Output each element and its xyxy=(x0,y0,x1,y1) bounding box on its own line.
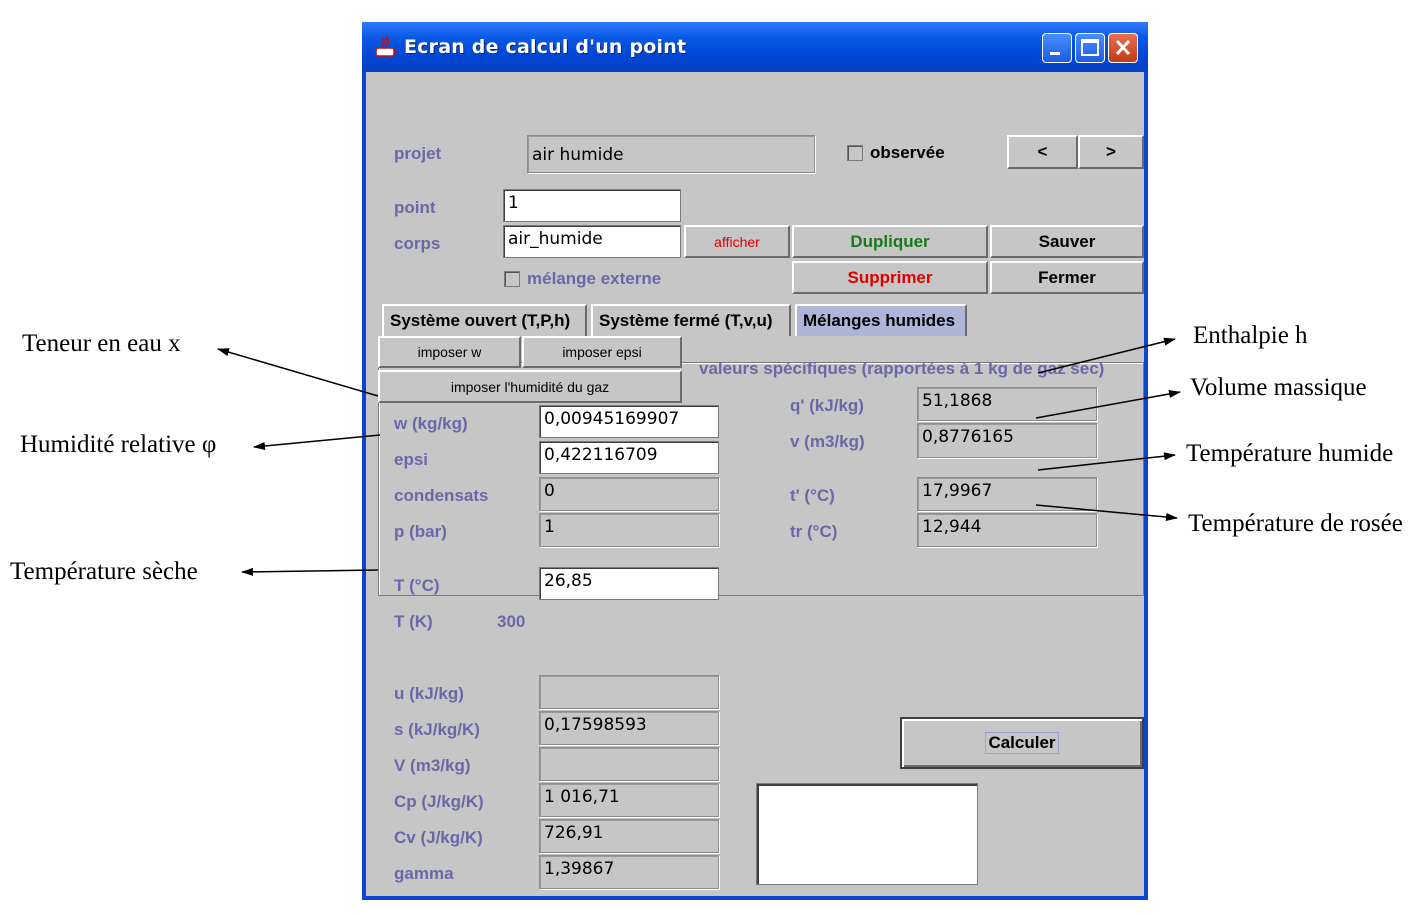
cv-label: Cv (J/kg/K) xyxy=(394,828,483,847)
gamma-field: 1,39867 xyxy=(539,855,719,889)
p-field: 1 xyxy=(539,513,719,547)
specific-values-title: valeurs spécifiques (rapportées à 1 kg d… xyxy=(699,359,1105,378)
t-humide-label: t' (°C) xyxy=(790,486,835,505)
point-input[interactable]: 1 xyxy=(503,189,681,222)
u-field xyxy=(539,675,719,709)
window-title: Ecran de calcul d'un point xyxy=(404,36,687,58)
calc-window: Ecran de calcul d'un point projet air hu… xyxy=(362,22,1148,900)
temperature-c-input[interactable]: 26,85 xyxy=(539,567,719,600)
next-button[interactable]: > xyxy=(1078,135,1144,169)
condensats-label: condensats xyxy=(394,486,489,505)
imposer-epsi-button[interactable]: imposer epsi xyxy=(522,336,682,368)
previous-button[interactable]: < xyxy=(1007,135,1078,169)
annotation-enthalpie: Enthalpie h xyxy=(1193,322,1308,349)
observee-checkbox[interactable] xyxy=(847,145,863,161)
v-field: 0,8776165 xyxy=(917,423,1097,458)
imposer-humidite-button[interactable]: imposer l'humidité du gaz xyxy=(378,370,682,403)
supprimer-button[interactable]: Supprimer xyxy=(792,261,988,294)
p-label: p (bar) xyxy=(394,522,447,541)
V-field xyxy=(539,747,719,781)
calculer-button[interactable]: Calculer xyxy=(900,717,1144,769)
melange-externe-label: mélange externe xyxy=(527,269,662,288)
annotation-volume: Volume massique xyxy=(1190,374,1367,401)
epsi-label: epsi xyxy=(394,450,429,469)
t-rosee-field: 12,944 xyxy=(917,513,1097,547)
t-rosee-label: tr (°C) xyxy=(790,522,838,541)
q-field: 51,1868 xyxy=(917,387,1097,421)
melange-externe-checkbox[interactable] xyxy=(504,271,520,287)
annotation-humidite: Humidité relative φ xyxy=(20,431,217,458)
window-client: projet air humide observée < > point 1 c… xyxy=(366,72,1144,896)
observee-label: observée xyxy=(870,143,945,162)
condensats-field: 0 xyxy=(539,477,719,511)
s-field: 0,17598593 xyxy=(539,711,719,745)
u-label: u (kJ/kg) xyxy=(394,684,464,703)
tab-systeme-ouvert[interactable]: Système ouvert (T,P,h) xyxy=(382,304,587,336)
corps-input[interactable]: air_humide xyxy=(503,225,681,258)
projet-field[interactable]: air humide xyxy=(527,135,815,173)
annotation-temp-seche: Température sèche xyxy=(10,558,198,585)
minimize-button[interactable] xyxy=(1042,33,1072,63)
annotation-temp-rosee: Température de rosée xyxy=(1188,510,1403,537)
maximize-icon xyxy=(1081,39,1099,56)
close-button[interactable] xyxy=(1108,33,1138,63)
point-label: point xyxy=(394,198,436,217)
temperature-k-value: 300 xyxy=(497,612,526,631)
java-app-icon xyxy=(375,36,397,57)
tab-melanges-humides[interactable]: Mélanges humides xyxy=(795,304,967,336)
w-input[interactable]: 0,00945169907 xyxy=(539,405,719,438)
annotation-temp-humide: Température humide xyxy=(1186,440,1394,467)
title-bar[interactable]: Ecran de calcul d'un point xyxy=(362,22,1148,72)
projet-label: projet xyxy=(394,144,442,163)
t-humide-field: 17,9967 xyxy=(917,477,1097,511)
sauver-button[interactable]: Sauver xyxy=(990,225,1144,258)
minimize-icon xyxy=(1050,52,1060,55)
gamma-label: gamma xyxy=(394,864,454,883)
corps-label: corps xyxy=(394,234,441,253)
w-label: w (kg/kg) xyxy=(394,414,468,433)
q-label: q' (kJ/kg) xyxy=(790,396,864,415)
afficher-button[interactable]: afficher xyxy=(684,225,790,258)
imposer-w-button[interactable]: imposer w xyxy=(378,336,521,368)
message-area[interactable] xyxy=(756,783,978,885)
calculer-label: Calculer xyxy=(985,732,1059,754)
temperature-c-label: T (°C) xyxy=(394,576,440,595)
s-label: s (kJ/kg/K) xyxy=(394,720,480,739)
v-label: v (m3/kg) xyxy=(790,432,865,451)
annotation-teneur: Teneur en eau x xyxy=(22,330,181,357)
cp-field: 1 016,71 xyxy=(539,783,719,817)
fermer-button[interactable]: Fermer xyxy=(990,261,1144,294)
maximize-button[interactable] xyxy=(1075,33,1105,63)
temperature-k-label: T (K) xyxy=(394,612,433,631)
arrow-teneur xyxy=(217,348,379,397)
V-label: V (m3/kg) xyxy=(394,756,471,775)
arrow-temp-seche xyxy=(241,567,379,576)
dupliquer-button[interactable]: Dupliquer xyxy=(792,225,988,258)
close-icon xyxy=(1115,39,1131,56)
epsi-input[interactable]: 0,422116709 xyxy=(539,441,719,474)
tab-systeme-ferme[interactable]: Système fermé (T,v,u) xyxy=(591,304,791,336)
cp-label: Cp (J/kg/K) xyxy=(394,792,484,811)
cv-field: 726,91 xyxy=(539,819,719,853)
